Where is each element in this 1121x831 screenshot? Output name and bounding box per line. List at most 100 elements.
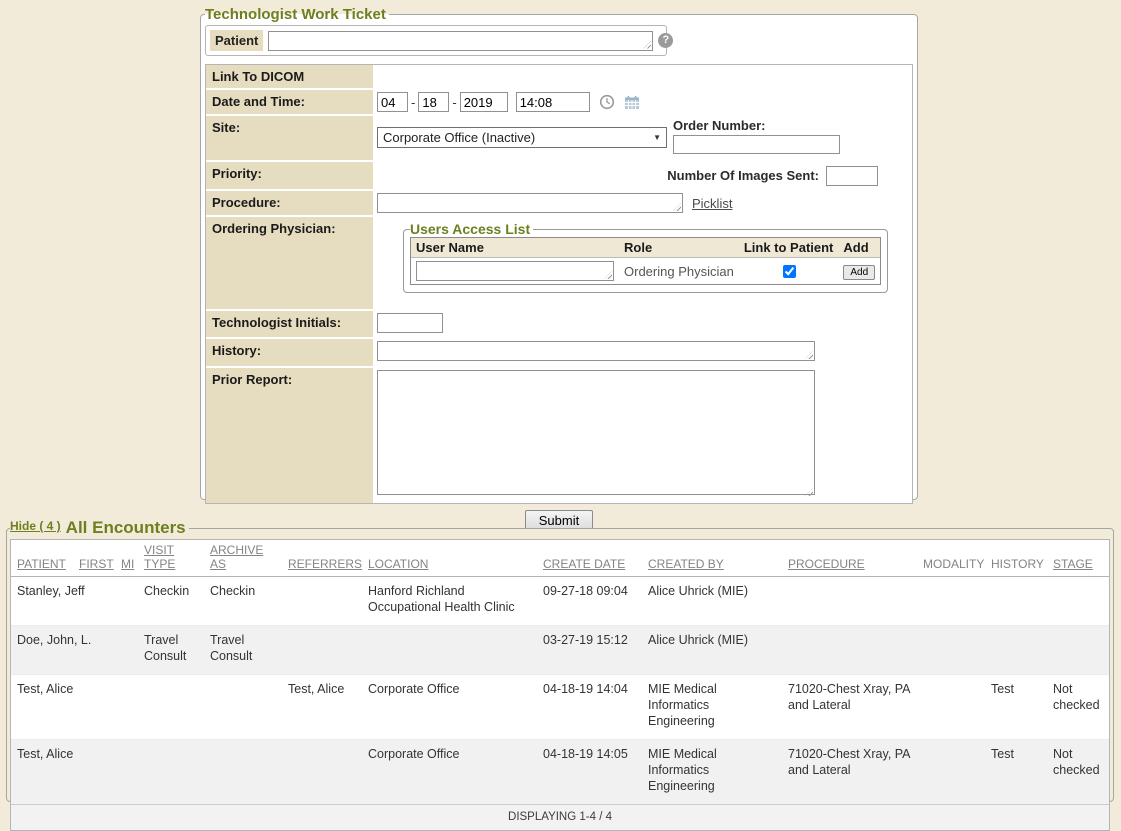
cell-location: Corporate Office xyxy=(362,675,537,740)
order-number-label: Order Number: xyxy=(673,118,840,133)
date-year-input[interactable] xyxy=(460,92,508,112)
cell-modality xyxy=(917,675,985,740)
help-icon[interactable]: ? xyxy=(658,33,673,48)
prior-report-textarea[interactable] xyxy=(377,370,815,495)
cell-visit-type: Checkin xyxy=(138,577,204,626)
time-input[interactable] xyxy=(516,92,590,112)
procedure-input[interactable] xyxy=(377,193,683,213)
patient-row: Patient ? xyxy=(205,25,667,56)
site-selected-option: Corporate Office (Inactive) xyxy=(383,130,535,145)
cell-referrers xyxy=(282,740,362,805)
column-header-mi[interactable]: MI xyxy=(115,540,138,577)
site-select[interactable]: Corporate Office (Inactive) ▼ xyxy=(377,127,667,148)
date-month-input[interactable] xyxy=(377,92,408,112)
column-header-archive-as[interactable]: ARCHIVE AS xyxy=(204,540,282,577)
date-separator: - xyxy=(411,95,415,110)
cell-stage: Not checked xyxy=(1047,740,1109,805)
cell-history xyxy=(985,577,1047,626)
cell-visit-type xyxy=(138,675,204,740)
cell-patient-name: Test, Alice xyxy=(11,740,138,805)
table-row: Test, Alice Corporate Office 04-18-19 14… xyxy=(11,740,1109,805)
prior-report-row: Prior Report: xyxy=(206,368,912,503)
cell-procedure xyxy=(782,626,917,675)
clock-icon[interactable] xyxy=(599,94,615,110)
work-ticket-title: Technologist Work Ticket xyxy=(205,6,389,23)
column-header-patient[interactable]: PATIENT xyxy=(11,540,73,577)
link-to-dicom-label: Link To DICOM xyxy=(206,65,373,88)
cell-modality xyxy=(917,740,985,805)
cell-location: Corporate Office xyxy=(362,740,537,805)
priority-row: Priority: Number Of Images Sent: xyxy=(206,162,912,189)
picklist-link[interactable]: Picklist xyxy=(692,196,732,211)
column-header-modality: MODALITY xyxy=(917,540,985,577)
cell-modality xyxy=(917,577,985,626)
cell-archive-as: Travel Consult xyxy=(204,626,282,675)
cell-referrers xyxy=(282,577,362,626)
cell-created-by: MIE Medical Informatics Engineering xyxy=(642,675,782,740)
cell-visit-type xyxy=(138,740,204,805)
cell-create-date: 04-18-19 14:04 xyxy=(537,675,642,740)
column-header-stage[interactable]: STAGE xyxy=(1047,540,1109,577)
add-user-button[interactable]: Add xyxy=(843,265,875,280)
column-header-created-by[interactable]: CREATED BY xyxy=(642,540,782,577)
link-to-patient-checkbox[interactable] xyxy=(783,265,796,278)
encounters-table: PATIENT FIRST MI VISIT TYPE ARCHIVE AS R… xyxy=(10,539,1110,831)
cell-history: Test xyxy=(985,675,1047,740)
user-name-input[interactable] xyxy=(416,261,614,281)
work-ticket-form: Link To DICOM Date and Time: - - Si xyxy=(205,64,913,504)
cell-stage: Not checked xyxy=(1047,675,1109,740)
users-access-list-header-row: User Name Role Link to Patient Add xyxy=(411,238,880,258)
encounters-header-row: PATIENT FIRST MI VISIT TYPE ARCHIVE AS R… xyxy=(11,540,1109,577)
calendar-icon[interactable] xyxy=(624,95,640,110)
cell-stage xyxy=(1047,626,1109,675)
column-header-referrers[interactable]: REFERRERS xyxy=(282,540,362,577)
cell-patient-name: Test, Alice xyxy=(11,675,138,740)
role-value: Ordering Physician xyxy=(624,264,734,279)
table-row: Stanley, Jeff Checkin Checkin Hanford Ri… xyxy=(11,577,1109,626)
all-encounters-title: All Encounters xyxy=(66,518,186,537)
cell-created-by: Alice Uhrick (MIE) xyxy=(642,626,782,675)
table-row: Test, Alice Test, Alice Corporate Office… xyxy=(11,675,1109,740)
hide-encounters-link[interactable]: Hide ( 4 ) xyxy=(10,519,61,533)
tech-initials-input[interactable] xyxy=(377,313,443,333)
column-header-procedure[interactable]: PROCEDURE xyxy=(782,540,917,577)
cell-create-date: 09-27-18 09:04 xyxy=(537,577,642,626)
order-number-input[interactable] xyxy=(673,135,840,154)
date-time-label: Date and Time: xyxy=(206,90,373,114)
cell-archive-as: Checkin xyxy=(204,577,282,626)
cell-history: Test xyxy=(985,740,1047,805)
users-access-list-title: Users Access List xyxy=(410,221,533,237)
cell-referrers: Test, Alice xyxy=(282,675,362,740)
patient-label: Patient xyxy=(210,30,263,51)
procedure-row: Procedure: Picklist xyxy=(206,191,912,215)
priority-label: Priority: xyxy=(206,162,373,189)
pagination-status: DISPLAYING 1-4 / 4 xyxy=(11,805,1109,830)
tech-initials-label: Technologist Initials: xyxy=(206,311,373,337)
date-day-input[interactable] xyxy=(418,92,449,112)
cell-stage xyxy=(1047,577,1109,626)
cell-patient-name: Stanley, Jeff xyxy=(11,577,138,626)
column-header-visit-type[interactable]: VISIT TYPE xyxy=(138,540,204,577)
cell-referrers xyxy=(282,626,362,675)
column-header-first[interactable]: FIRST xyxy=(73,540,115,577)
column-header-history: HISTORY xyxy=(985,540,1047,577)
cell-created-by: MIE Medical Informatics Engineering xyxy=(642,740,782,805)
pagination-row: DISPLAYING 1-4 / 4 xyxy=(11,805,1109,830)
column-header-user-name: User Name xyxy=(411,238,619,258)
all-encounters-panel: Hide ( 4 ) All Encounters PATIENT FIRST M… xyxy=(6,518,1114,802)
ordering-physician-label: Ordering Physician: xyxy=(206,217,373,309)
history-input[interactable] xyxy=(377,341,815,361)
patient-input[interactable] xyxy=(268,31,653,51)
column-header-location[interactable]: LOCATION xyxy=(362,540,537,577)
history-label: History: xyxy=(206,339,373,366)
column-header-create-date[interactable]: CREATE DATE xyxy=(537,540,642,577)
site-row: Site: Corporate Office (Inactive) ▼ Orde… xyxy=(206,116,912,160)
date-time-row: Date and Time: - - xyxy=(206,90,912,114)
cell-patient-name: Doe, John, L. xyxy=(11,626,138,675)
tech-initials-row: Technologist Initials: xyxy=(206,311,912,337)
images-sent-input[interactable] xyxy=(826,166,878,186)
work-ticket-panel: Technologist Work Ticket Patient ? Link … xyxy=(200,6,918,500)
users-access-list-panel: Users Access List User Name Role Link to… xyxy=(403,221,888,293)
link-to-dicom-row: Link To DICOM xyxy=(206,65,912,88)
cell-created-by: Alice Uhrick (MIE) xyxy=(642,577,782,626)
